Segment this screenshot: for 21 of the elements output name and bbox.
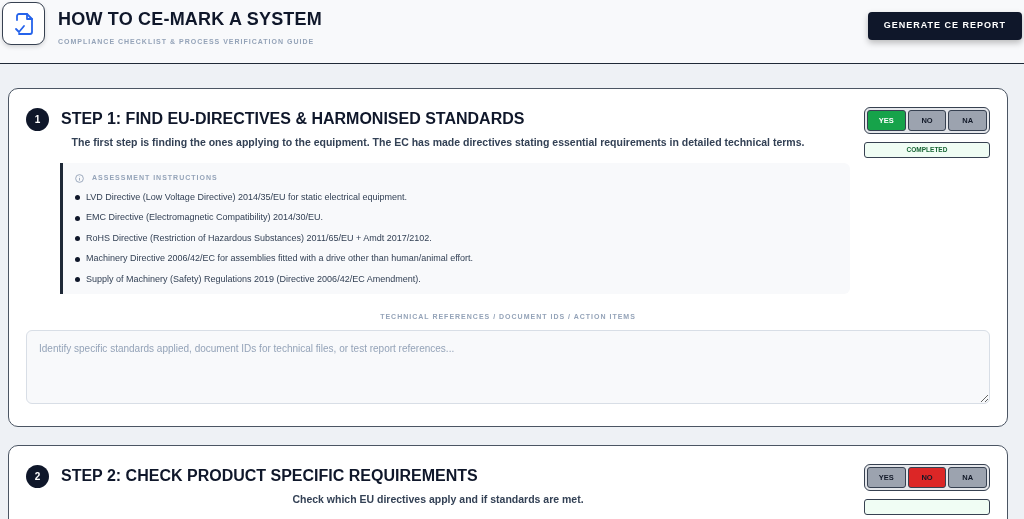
generate-report-button[interactable]: GENERATE CE REPORT bbox=[867, 12, 1022, 40]
instruction-item: LVD Directive (Low Voltage Directive) 2014/35/EU for static electrical equipment. bbox=[86, 190, 407, 204]
instruction-item: Supply of Machinery (Safety) Regulations 2019 (Directive 2006/42/EC Amendment). bbox=[86, 272, 421, 286]
bullet-icon bbox=[75, 236, 80, 241]
step-number: 2 bbox=[26, 464, 49, 488]
step-description: Check which EU directives apply and if standards are met. bbox=[291, 492, 585, 508]
notes-field[interactable]: Identify specific standards applied, document IDs for technical files, or test report references... bbox=[26, 330, 990, 405]
page-title: HOW TO CE-MARK A SYSTEM bbox=[58, 10, 322, 28]
bullet-icon bbox=[75, 215, 80, 221]
step-description: The first step is finding the ones applying to the equipment. The EC has made directives stating essential requirements in detailed technical terms. bbox=[70, 135, 806, 150]
instruction-item: EMC Directive (Electromagnetic Compatibility) 2014/30/EU. bbox=[86, 211, 324, 225]
step-title: STEP 2: CHECK PRODUCT SPECIFIC REQUIREMENTS bbox=[61, 466, 478, 487]
instruction-item: RoHS Directive (Restriction of Hazardous Substances) 2011/65/EU + Amdt 2017/2102. bbox=[86, 231, 432, 245]
step-title: STEP 1: FIND EU-DIRECTIVES & HARMONISED STANDARDS bbox=[61, 109, 525, 129]
step-number: 1 bbox=[26, 107, 49, 131]
bullet-icon bbox=[75, 195, 80, 200]
bullet-icon bbox=[75, 256, 80, 262]
bullet-icon bbox=[75, 277, 80, 282]
info-icon bbox=[75, 173, 84, 183]
document-check-icon bbox=[13, 12, 34, 35]
instruction-item: Machinery Directive 2006/42/EC for assemblies fitted with a drive other than human/animal effort. bbox=[86, 252, 474, 266]
